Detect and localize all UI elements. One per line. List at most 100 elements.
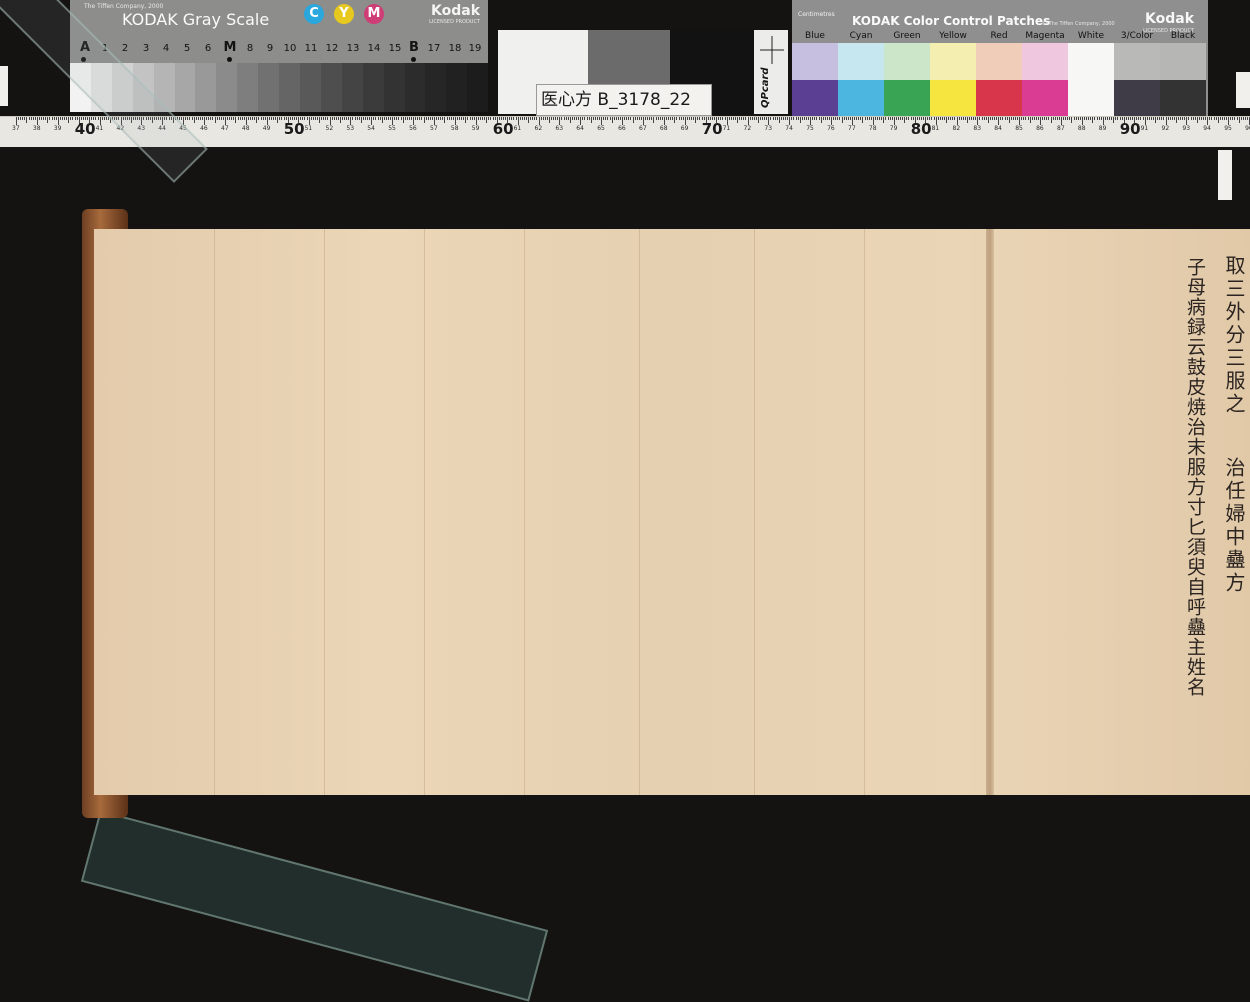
ruler-tick bbox=[747, 117, 749, 125]
ruler-tick bbox=[843, 117, 845, 120]
ruler-number: 82 bbox=[952, 125, 961, 132]
ruler-tick bbox=[638, 117, 640, 120]
step-label: 17 bbox=[427, 43, 441, 54]
ruler-tick bbox=[1159, 117, 1161, 120]
ruler-tick bbox=[741, 117, 743, 120]
ruler-tick bbox=[960, 117, 962, 120]
color-card-copyright: © The Tiffen Company, 2000 bbox=[1042, 21, 1115, 27]
ruler-tick bbox=[339, 117, 341, 123]
ruler-number: 92 bbox=[1161, 125, 1170, 132]
ruler-number: 76 bbox=[827, 125, 835, 132]
ruler-tick bbox=[270, 117, 272, 120]
ruler-tick bbox=[231, 117, 233, 120]
ruler-tick bbox=[413, 117, 415, 125]
ruler-tick bbox=[874, 117, 876, 120]
ruler-tick bbox=[375, 117, 377, 120]
ruler-tick bbox=[1002, 117, 1004, 120]
ruler-number: 41 bbox=[95, 125, 104, 132]
ruler-tick bbox=[906, 117, 908, 120]
ruler-tick bbox=[316, 117, 318, 120]
ruler-tick bbox=[877, 117, 879, 120]
ruler-tick bbox=[603, 117, 605, 120]
ruler-tick bbox=[730, 117, 732, 120]
ruler-tick bbox=[101, 117, 103, 120]
ruler-tick bbox=[1006, 117, 1008, 120]
ruler-tick bbox=[310, 117, 312, 120]
ruler-tick bbox=[757, 117, 759, 123]
ruler-tick bbox=[1113, 117, 1115, 123]
ruler-tick bbox=[379, 117, 381, 120]
ruler-tick bbox=[672, 117, 674, 120]
ruler-tick bbox=[544, 117, 546, 120]
ruler-tick bbox=[578, 117, 580, 120]
ruler-tick bbox=[768, 117, 770, 125]
ruler-tick bbox=[348, 117, 350, 120]
ruler-tick bbox=[755, 117, 757, 120]
ruler-tick bbox=[989, 117, 991, 120]
ruler-tick bbox=[1167, 117, 1169, 120]
ruler-tick bbox=[981, 117, 983, 120]
ruler-number: 89 bbox=[1098, 125, 1107, 132]
ruler-tick bbox=[195, 117, 197, 120]
ruler-tick bbox=[1228, 117, 1230, 125]
color-patch-light bbox=[1160, 43, 1206, 80]
ruler-tick bbox=[1000, 117, 1002, 120]
ruler-tick bbox=[1244, 117, 1246, 120]
ruler-tick bbox=[519, 117, 521, 120]
ruler-number: 60 bbox=[492, 120, 514, 138]
ruler-tick bbox=[346, 117, 348, 120]
ruler-tick bbox=[1029, 117, 1031, 123]
ruler-tick bbox=[590, 117, 592, 123]
ruler-tick bbox=[250, 117, 252, 120]
ruler-tick bbox=[1163, 117, 1165, 120]
ruler-tick bbox=[893, 117, 895, 125]
ruler-tick bbox=[36, 117, 38, 125]
ruler-tick bbox=[442, 117, 444, 120]
ruler-tick bbox=[824, 117, 826, 120]
ruler-tick bbox=[582, 117, 584, 120]
ruler-tick bbox=[563, 117, 565, 120]
ruler-tick bbox=[826, 117, 828, 120]
step-label: B bbox=[409, 40, 419, 55]
ruler-number: 38 bbox=[32, 125, 41, 132]
ruler-tick bbox=[879, 117, 881, 120]
ruler-tick bbox=[686, 117, 688, 120]
ruler-tick bbox=[764, 117, 766, 120]
ruler-tick bbox=[367, 117, 369, 120]
ruler-tick bbox=[1088, 117, 1090, 120]
ruler-tick bbox=[1115, 117, 1117, 120]
ruler-number: 49 bbox=[262, 125, 271, 132]
ruler-tick bbox=[1184, 117, 1186, 120]
ruler-tick bbox=[429, 117, 431, 120]
ruler-tick bbox=[699, 117, 701, 120]
ruler-tick bbox=[1155, 117, 1157, 123]
ruler-tick bbox=[254, 117, 256, 120]
ruler-tick bbox=[1144, 117, 1146, 125]
ruler-tick bbox=[350, 117, 352, 125]
ruler-tick bbox=[411, 117, 412, 120]
ruler-tick bbox=[1173, 117, 1175, 120]
ruler-number: 80 bbox=[910, 120, 932, 138]
ruler-tick bbox=[551, 117, 553, 120]
ruler-number: 37 bbox=[12, 125, 20, 132]
ruler-number: 78 bbox=[868, 125, 877, 132]
ruler-tick bbox=[594, 117, 596, 120]
ruler-tick bbox=[256, 117, 258, 123]
ruler-tick bbox=[333, 117, 335, 120]
color-patch-light bbox=[884, 43, 930, 80]
ruler-tick bbox=[640, 117, 642, 120]
ruler-tick bbox=[444, 117, 446, 123]
ruler-tick bbox=[780, 117, 782, 120]
ruler-tick bbox=[475, 117, 477, 125]
ruler-tick bbox=[103, 117, 105, 120]
ruler-tick bbox=[674, 117, 676, 123]
ruler-tick bbox=[358, 117, 360, 120]
ruler-tick bbox=[739, 117, 741, 120]
ruler-tick bbox=[1086, 117, 1088, 120]
ruler-tick bbox=[479, 117, 481, 120]
ruler-tick bbox=[1081, 117, 1083, 125]
ruler-number: 53 bbox=[346, 125, 355, 132]
ruler-tick bbox=[584, 117, 586, 120]
ruler-tick bbox=[314, 117, 316, 120]
ruler-tick bbox=[555, 117, 557, 120]
